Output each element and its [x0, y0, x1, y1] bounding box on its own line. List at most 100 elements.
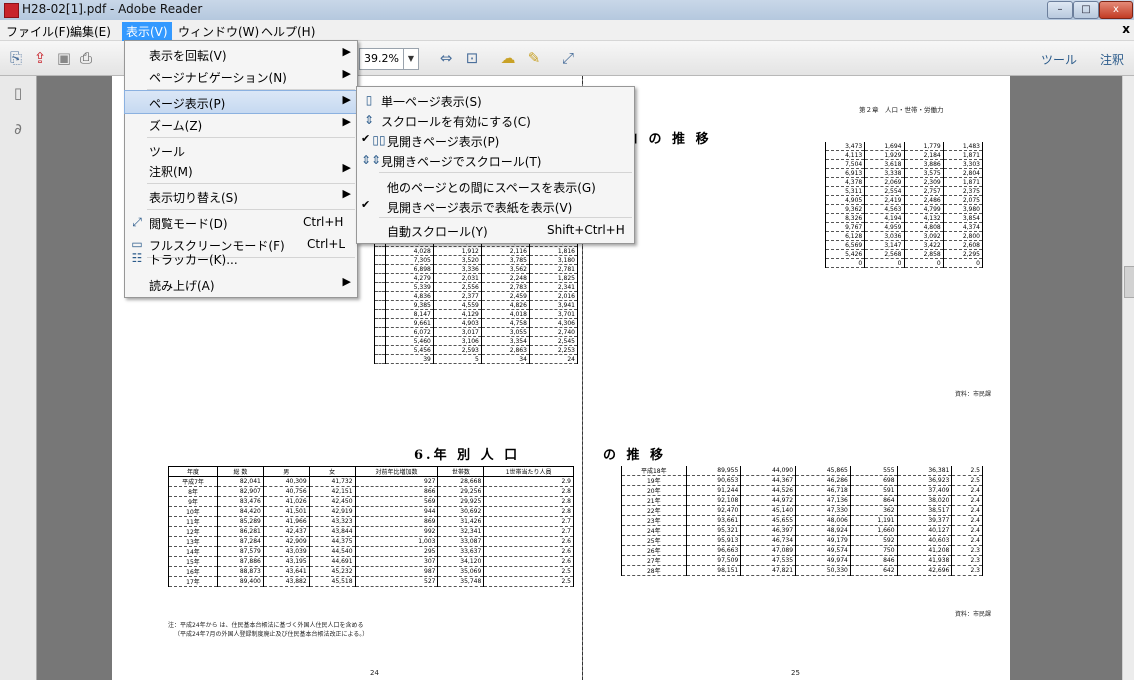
table-cell: 4,194 [864, 213, 905, 223]
fit-width-icon[interactable]: ⇔ [436, 48, 456, 68]
table-cell: 92,470 [685, 505, 742, 516]
table-cell: 3,854 [942, 213, 984, 223]
menu-help[interactable]: ヘルプ(H) [257, 22, 319, 41]
table-cell: 2,568 [864, 249, 905, 259]
table-cell: 4,799 [903, 204, 944, 214]
table-cell: 698 [849, 475, 898, 486]
menu-edit[interactable]: 編集(E) [66, 22, 115, 41]
print-icon[interactable]: ⎙ [76, 48, 96, 68]
table-cell: 38,517 [896, 505, 953, 516]
submenu-arrow-icon: ▶ [342, 187, 351, 200]
close-document-button[interactable]: x [1122, 22, 1130, 36]
footnote-1: 注：平成24年から は、住民基本台帳法に基づく外国人住民人口を含める [168, 622, 364, 629]
zoom-select[interactable]: 39.2% ▼ [359, 48, 419, 70]
menu-item-show-cover[interactable]: ✔ 見開きページ表示で表紙を表示(V) [357, 195, 634, 217]
table-cell: 869 [354, 516, 439, 527]
table-row: 6,072 3,017 3,055 2,740 [374, 327, 579, 337]
table-cell: 2.5 [951, 466, 983, 476]
comment-icon[interactable]: ☁ [498, 48, 518, 68]
close-button[interactable]: x [1099, 1, 1133, 19]
table-cell: 2,309 [903, 177, 944, 187]
submenu-arrow-icon: ▶ [342, 115, 351, 128]
menu-item-single-page[interactable]: ▯ 単一ページ表示(S) [357, 89, 634, 111]
table-cell: 45,865 [795, 466, 851, 476]
table-cell: 41,966 [262, 516, 310, 527]
save-icon[interactable]: ▣ [54, 48, 74, 68]
district-table-body-left: 3,4741,6941,7801,4764,0281,9122,1161,816… [374, 238, 579, 364]
menu-item-auto-scroll[interactable]: 自動スクロール(Y) Shift+Ctrl+H [357, 219, 634, 241]
menu-item-zoom[interactable]: ズーム(Z) ▶ [125, 113, 357, 135]
table-cell: 47,330 [795, 505, 851, 516]
menu-item-show-hide[interactable]: 表示切り替え(S) ▶ [125, 185, 357, 207]
menu-item-tracker[interactable]: ☷ トラッカー(K)... [125, 247, 357, 269]
table-cell: 87,886 [217, 556, 264, 567]
sign-icon[interactable]: ✎ [524, 48, 544, 68]
table-cell: 40,309 [262, 476, 310, 487]
table-cell [374, 264, 386, 274]
create-pdf-icon[interactable]: ⎘ [6, 48, 26, 68]
table-cell: 3,941 [528, 300, 579, 310]
table-cell: 平成18年 [621, 466, 687, 476]
table-cell: 34 [480, 354, 530, 364]
table-cell: 2,184 [903, 150, 944, 160]
table-row: 5,456 2,593 2,863 2,253 [374, 345, 579, 355]
expand-icon[interactable]: ⤢ [558, 48, 578, 68]
table-cell: 8年 [168, 486, 218, 497]
table-cell: 83,476 [217, 496, 264, 507]
col-header-total: 総 数 [217, 466, 264, 477]
menu-item-tools[interactable]: ツール [125, 139, 357, 161]
table-cell: 90,653 [685, 475, 742, 486]
table-cell: 37,409 [896, 485, 953, 496]
menu-file[interactable]: ファイル(F) [2, 22, 74, 41]
table-cell: 2,556 [432, 282, 482, 292]
table-cell: 24 [528, 354, 579, 364]
menu-item-comment[interactable]: 注釈(M) ▶ [125, 159, 357, 181]
menu-item-read-aloud-label: 読み上げ(A) [149, 279, 215, 293]
table-cell: 91,244 [685, 485, 742, 496]
table-cell: 2,419 [864, 195, 905, 205]
export-pdf-icon[interactable]: ⇪ [30, 48, 50, 68]
comment-button[interactable]: 注釈 [1100, 51, 1124, 68]
table-cell: 3,473 [824, 142, 866, 151]
menu-item-tracker-label: トラッカー(K)... [149, 253, 238, 267]
table-cell: 5,311 [824, 186, 866, 196]
table-cell: 29,925 [437, 496, 485, 507]
menu-item-page-display[interactable]: ページ表示(P) ▶ [124, 90, 358, 114]
chevron-down-icon[interactable]: ▼ [403, 49, 418, 69]
table-cell: 96,663 [685, 545, 742, 556]
menu-item-page-navigation[interactable]: ページナビゲーション(N) ▶ [125, 65, 357, 87]
table-cell: 40,603 [896, 535, 953, 546]
vertical-scrollbar[interactable] [1122, 76, 1134, 680]
menu-item-read-aloud[interactable]: 読み上げ(A) ▶ [125, 273, 357, 295]
table-cell: 42,909 [262, 536, 310, 547]
menu-item-two-page[interactable]: ✔ ▯▯ 見開きページ表示(P) [357, 129, 634, 151]
attachment-paperclip-icon[interactable]: ∂ [10, 120, 26, 138]
maximize-button[interactable]: □ [1073, 1, 1099, 19]
table-cell: 27年 [621, 555, 687, 566]
minimize-button[interactable]: – [1047, 1, 1073, 19]
menu-item-read-mode[interactable]: ⤢ 閲覧モード(D) Ctrl+H [125, 211, 357, 233]
menu-item-show-gaps[interactable]: 他のページとの間にスペースを表示(G) [357, 175, 634, 197]
table-cell: 944 [354, 506, 439, 517]
table-row: 13年 87,284 42,909 44,375 1,003 33,087 2.6 [168, 536, 574, 547]
table-cell: 6,569 [824, 240, 866, 250]
table-cell: 14年 [168, 546, 218, 557]
menu-item-two-page-scroll[interactable]: ⇕⇕ 見開きページでスクロール(T) [357, 149, 634, 171]
menu-view[interactable]: 表示(V) [122, 22, 172, 41]
submenu-arrow-icon: ▶ [342, 161, 351, 174]
table-cell: 4,903 [432, 318, 482, 328]
scrollbar-thumb[interactable] [1124, 266, 1134, 298]
menu-item-rotate[interactable]: 表示を回転(V) ▶ [125, 43, 357, 65]
tools-button[interactable]: ツール [1041, 51, 1077, 68]
table-cell: 2,804 [942, 168, 984, 178]
table-row: 4,836 2,377 2,459 2,016 [374, 291, 579, 301]
table-cell: 38,020 [896, 495, 953, 506]
table-cell: 4,959 [864, 222, 905, 232]
table-cell: 4,563 [864, 204, 905, 214]
table-cell: 34,120 [437, 556, 485, 567]
fit-page-icon[interactable]: ⊡ [462, 48, 482, 68]
menu-window[interactable]: ウィンドウ(W) [174, 22, 263, 41]
menu-item-enable-scrolling[interactable]: ⇕ スクロールを有効にする(C) [357, 109, 634, 131]
table-cell: 1,912 [432, 246, 482, 256]
pages-thumbnail-icon[interactable]: ▯ [10, 84, 26, 102]
